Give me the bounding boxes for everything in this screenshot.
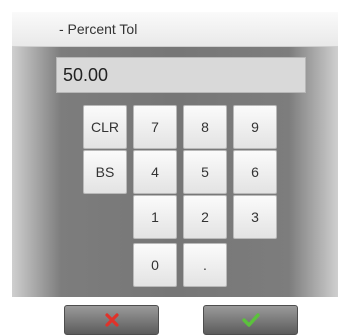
key-0-button[interactable]: 0 (133, 243, 177, 287)
confirm-button[interactable] (203, 305, 298, 335)
key-1-button[interactable]: 1 (133, 195, 177, 239)
page-title: - Percent Tol (59, 21, 138, 37)
x-icon (104, 313, 119, 327)
value-input-text: 50.00 (63, 65, 109, 85)
footer-bar (0, 297, 347, 335)
cancel-button[interactable] (64, 305, 159, 335)
backspace-button[interactable]: BS (83, 150, 127, 194)
key-8-button[interactable]: 8 (183, 105, 227, 149)
key-7-button[interactable]: 7 (133, 105, 177, 149)
value-input-field[interactable]: 50.00 (56, 57, 306, 93)
key-2-button[interactable]: 2 (183, 195, 227, 239)
key-4-button[interactable]: 4 (133, 150, 177, 194)
key-3-button[interactable]: 3 (233, 195, 277, 239)
key-5-button[interactable]: 5 (183, 150, 227, 194)
key-9-button[interactable]: 9 (233, 105, 277, 149)
checkmark-icon (241, 313, 260, 327)
key-6-button[interactable]: 6 (233, 150, 277, 194)
decimal-point-button[interactable]: . (183, 243, 227, 287)
clear-button[interactable]: CLR (83, 105, 127, 149)
header-bar: - Percent Tol (12, 12, 338, 47)
